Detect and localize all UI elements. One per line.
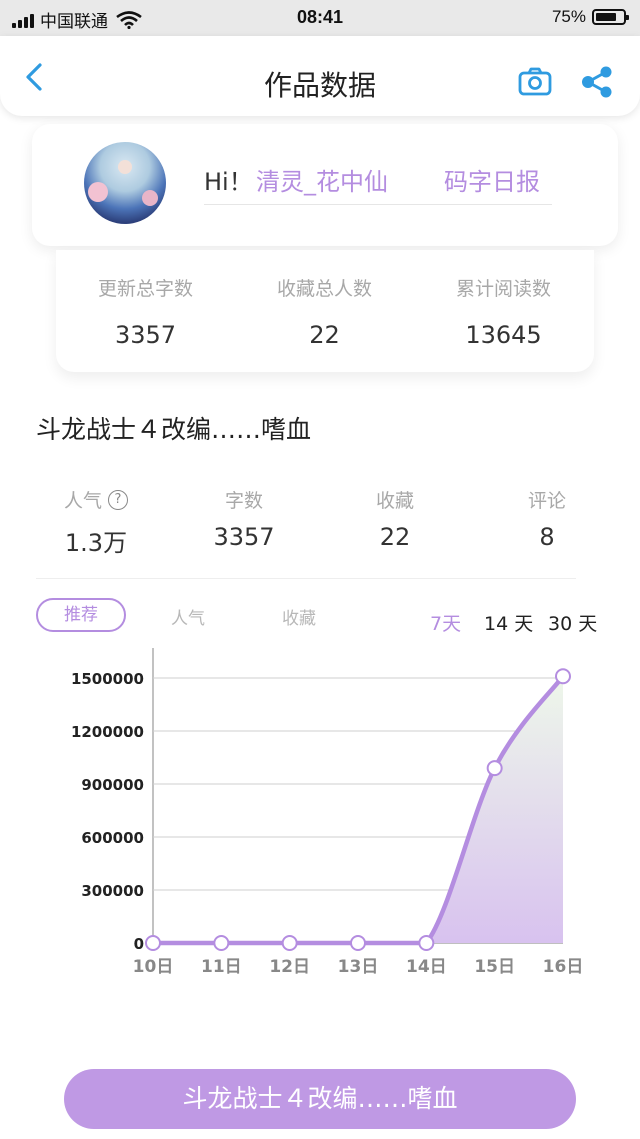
x-tick-label: 16日 [543,957,584,977]
nav-header: 作品数据 [0,36,640,116]
stat-label: 累计阅读数 [455,278,551,300]
trend-chart: 0 300000 600000 900000 1200000 1500000 10日 11日 1… [71,648,584,977]
tab-recommend[interactable]: 推荐 [36,598,126,632]
user-card: Hi！ 清灵_花中仙 码字日报 [32,124,618,246]
range-7-days[interactable]: 7天 [430,609,461,636]
work-title: 斗龙战士４改编……嗜血 [36,415,312,444]
help-icon[interactable]: ? [108,489,128,510]
share-icon[interactable] [580,66,614,98]
x-tick-label: 11日 [201,957,242,977]
x-tick-label: 12日 [269,957,310,977]
stat-value: 13645 [465,321,542,349]
data-point[interactable] [281,935,298,951]
total-favorites: 收藏总人数 22 [235,274,414,349]
y-tick-label: 900000 [81,776,144,794]
y-tick-label: 1500000 [71,670,144,688]
data-point[interactable] [213,935,230,951]
total-reads: 累计阅读数 13645 [414,274,593,349]
x-tick-label: 15日 [474,957,515,977]
stat-value: 22 [309,321,340,349]
y-tick-label: 1200000 [71,723,144,741]
status-bar: 中国联通 08:41 75% [0,0,640,36]
metric-label: 字数 [224,490,263,512]
series-area [153,676,563,943]
tab-popularity[interactable]: 人气 [171,604,205,629]
data-point[interactable] [555,668,571,685]
battery-percent: 75% [551,7,586,26]
x-tick-label: 13日 [338,957,379,977]
user-name[interactable]: 清灵_花中仙 [256,162,388,197]
totals-card: 更新总字数 3357 收藏总人数 22 累计阅读数 13645 [56,250,594,372]
stat-value: 3357 [114,321,177,349]
divider [36,578,576,579]
avatar[interactable] [84,142,166,224]
metric-popularity: 人气? 1.3万 [26,486,166,558]
stat-label: 收藏总人数 [276,278,372,300]
metric-comments: 评论 8 [477,486,617,551]
battery-icon [592,9,629,25]
divider [204,204,552,205]
metric-value: 8 [539,523,555,551]
x-tick-label: 14日 [406,957,447,977]
y-tick-label: 300000 [81,882,144,900]
camera-icon[interactable] [518,66,552,96]
x-tick-label: 10日 [133,957,174,977]
metric-label: 人气 [63,490,102,512]
metric-label: 收藏 [375,490,414,512]
data-point[interactable] [145,935,161,951]
metric-favorites: 收藏 22 [325,486,465,551]
daily-report-link[interactable]: 码字日报 [444,162,540,197]
stat-label: 更新总字数 [97,278,193,300]
tab-favorites[interactable]: 收藏 [282,604,316,629]
y-tick-label: 0 [134,935,144,953]
metric-value: 1.3万 [64,529,128,557]
metric-label: 评论 [527,490,566,512]
clock: 08:41 [296,7,344,27]
y-tick-label: 600000 [81,829,144,847]
metric-value: 3357 [213,523,275,551]
range-14-days[interactable]: 14 天 [484,609,533,636]
greeting: Hi！ [204,168,253,196]
work-metrics: 人气? 1.3万 字数 3357 收藏 22 评论 8 [36,486,606,557]
range-30-days[interactable]: 30 天 [548,609,597,636]
total-words: 更新总字数 3357 [56,274,235,349]
data-point[interactable] [418,935,435,951]
data-point[interactable] [350,935,366,951]
metric-value: 22 [379,523,411,551]
work-select-button[interactable]: 斗龙战士４改编……嗜血 [64,1069,576,1129]
data-point[interactable] [486,760,503,777]
metric-words: 字数 3357 [174,486,314,551]
